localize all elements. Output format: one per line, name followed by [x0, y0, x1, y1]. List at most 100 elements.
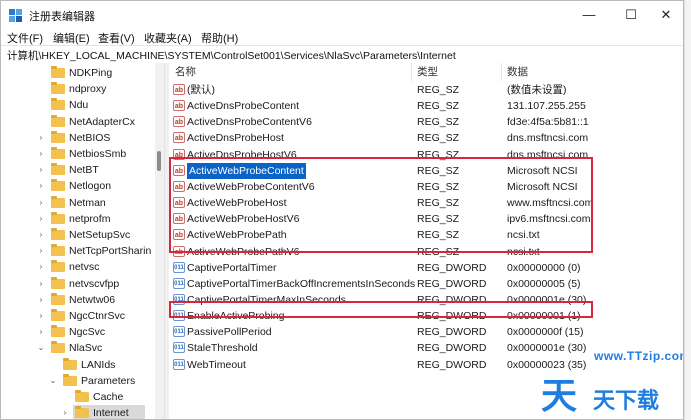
tree-item-label: Internet: [93, 407, 129, 420]
chevron-right-icon[interactable]: ›: [37, 308, 45, 324]
binary-value-icon: 011: [173, 277, 185, 289]
chevron-right-icon[interactable]: ›: [37, 178, 45, 194]
chevron-down-icon[interactable]: ⌄: [37, 340, 45, 356]
chevron-right-icon[interactable]: ›: [37, 195, 45, 211]
tree-scrollbar-thumb[interactable]: [157, 151, 161, 171]
address-bar[interactable]: 计算机\HKEY_LOCAL_MACHINE\SYSTEM\ControlSet…: [1, 45, 683, 64]
folder-icon: [51, 179, 65, 192]
chevron-right-icon[interactable]: ›: [37, 130, 45, 146]
tree-item-label: ndproxy: [69, 83, 107, 96]
close-button[interactable]: ✕: [646, 5, 683, 25]
tree-item[interactable]: LANIds: [1, 357, 151, 373]
chevron-right-icon[interactable]: ›: [37, 259, 45, 275]
tree-item[interactable]: › NetSetupSvc: [1, 227, 151, 243]
menu-file[interactable]: 文件(F): [7, 30, 43, 46]
value-name: (默认): [187, 84, 215, 96]
registry-app-icon: [9, 9, 22, 22]
watermark-logo-text: 天下载: [593, 388, 660, 413]
tree-item[interactable]: › netvsc: [1, 259, 151, 275]
value-row[interactable]: ab (默认) REG_SZ (数值未设置): [169, 82, 683, 98]
tree-item-label: NetbiosSmb: [69, 148, 127, 160]
folder-icon: [51, 130, 65, 143]
menu-view[interactable]: 查看(V): [98, 30, 135, 46]
chevron-right-icon[interactable]: ›: [37, 227, 45, 243]
value-row[interactable]: ab ActiveDnsProbeContentV6 REG_SZ fd3e:4f5a…: [169, 114, 683, 130]
tree-item[interactable]: ndproxy: [1, 81, 151, 97]
chevron-right-icon[interactable]: ›: [37, 211, 45, 227]
value-data: 0x00000005 (5): [507, 277, 581, 290]
chevron-right-icon[interactable]: ›: [37, 276, 45, 292]
binary-value-icon: 011: [173, 261, 185, 273]
chevron-right-icon[interactable]: ›: [61, 405, 69, 419]
chevron-down-icon[interactable]: ⌄: [49, 373, 57, 389]
tree-item[interactable]: › Netman: [1, 195, 151, 211]
value-row[interactable]: ab ActiveDnsProbeHost REG_SZ dns.msftncsi.c…: [169, 130, 683, 146]
column-header-data[interactable]: 数据: [507, 63, 528, 81]
tree-item[interactable]: › Internet: [1, 405, 151, 420]
tree-item[interactable]: › NetBT: [1, 162, 151, 178]
value-type: REG_SZ: [417, 100, 460, 113]
tree-item-label: netprofm: [69, 212, 111, 225]
tree-item-label: NgcCtnrSvc: [69, 310, 126, 322]
tree-item[interactable]: › NgcCtnrSvc: [1, 308, 151, 324]
tree-item-label: NetTcpPortSharin: [69, 245, 152, 258]
tree-item[interactable]: › netvscvfpp: [1, 276, 151, 292]
tree-item[interactable]: ⌄ Parameters: [1, 373, 151, 389]
column-header-name[interactable]: 名称: [175, 63, 196, 81]
registry-editor-window: 注册表编辑器 — ☐ ✕ 文件(F) 编辑(E) 查看(V) 收藏夹(A) 帮助…: [0, 0, 684, 420]
folder-icon: [51, 66, 65, 78]
tree-item-label: Ndu: [69, 99, 89, 112]
value-row[interactable]: 011 CaptivePortalTimer REG_DWORD 0x00000000…: [169, 260, 683, 276]
chevron-right-icon[interactable]: ›: [37, 162, 45, 178]
value-name: ActiveDnsProbeHost: [187, 132, 284, 145]
value-type: REG_DWORD: [417, 277, 487, 290]
column-separator[interactable]: [501, 63, 502, 81]
value-data: 0x00000000 (0): [507, 261, 581, 274]
tree-item[interactable]: Ndu: [1, 97, 151, 113]
tree-item-label: NetSetupSvc: [69, 229, 131, 241]
folder-icon: [51, 114, 65, 127]
chevron-right-icon[interactable]: ›: [37, 292, 45, 308]
value-data: (数值未设置): [507, 84, 567, 96]
chevron-right-icon[interactable]: ›: [37, 146, 45, 162]
title-bar: 注册表编辑器 — ☐ ✕: [1, 1, 683, 29]
tree-item[interactable]: › NetBIOS: [1, 130, 151, 146]
tree-item[interactable]: › NgcSvc: [1, 324, 151, 340]
chevron-right-icon[interactable]: ›: [37, 324, 45, 340]
minimize-button[interactable]: —: [569, 5, 609, 25]
value-data: 131.107.255.255: [507, 100, 586, 113]
folder-icon: [51, 98, 65, 111]
menu-edit[interactable]: 编辑(E): [53, 30, 90, 46]
binary-value-icon: 011: [173, 358, 185, 370]
string-value-icon: ab: [173, 84, 185, 95]
tree-item[interactable]: NDKPing: [1, 65, 151, 81]
menu-help[interactable]: 帮助(H): [201, 30, 238, 46]
tree-item[interactable]: › NetTcpPortSharin: [1, 243, 151, 259]
column-separator[interactable]: [411, 63, 412, 81]
tree-item[interactable]: › Netlogon: [1, 178, 151, 194]
value-row[interactable]: ab ActiveDnsProbeContent REG_SZ 131.107.255…: [169, 98, 683, 114]
tree-item-label: NDKPing: [69, 67, 113, 79]
tree-item-label: NlaSvc: [69, 342, 103, 355]
folder-icon: [51, 82, 65, 95]
tree-item-label: Parameters: [81, 374, 136, 387]
value-type: REG_DWORD: [417, 326, 487, 339]
value-name: StaleThreshold: [187, 342, 258, 355]
column-header-type[interactable]: 类型: [417, 63, 438, 81]
tree-item[interactable]: NetAdapterCx: [1, 114, 151, 130]
folder-icon: [51, 228, 65, 240]
value-row[interactable]: 011 CaptivePortalTimerBackOffIncrementsIn…: [169, 276, 683, 292]
tree-item[interactable]: ⌄ NlaSvc: [1, 340, 151, 356]
tree-item-label: NetAdapterCx: [69, 115, 135, 128]
key-tree: NDKPing ndproxy Ndu NetAdapterCx › NetBIOS › Ne…: [1, 63, 164, 420]
chevron-right-icon[interactable]: ›: [37, 243, 45, 259]
tree-item[interactable]: › Netwtw06: [1, 292, 151, 308]
value-type: REG_DWORD: [417, 358, 487, 371]
tree-item[interactable]: Cache: [1, 389, 151, 405]
folder-icon: [51, 325, 65, 338]
maximize-button[interactable]: ☐: [611, 5, 651, 25]
tree-item[interactable]: › NetbiosSmb: [1, 146, 151, 162]
menu-favorites[interactable]: 收藏夹(A): [144, 30, 192, 46]
tree-scrollbar[interactable]: [155, 63, 164, 419]
tree-item[interactable]: › netprofm: [1, 211, 151, 227]
